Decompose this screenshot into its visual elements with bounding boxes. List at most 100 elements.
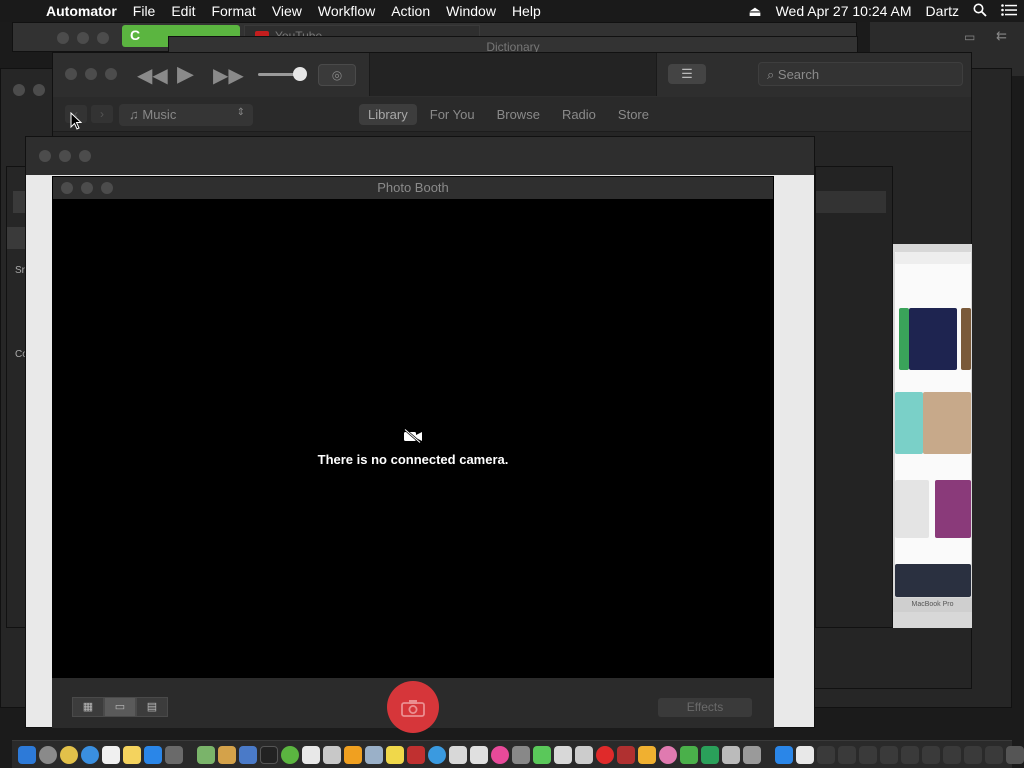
tab-browse[interactable]: Browse bbox=[488, 104, 549, 125]
take-photo-button[interactable] bbox=[387, 681, 439, 733]
up-next-list-icon[interactable]: ☰ bbox=[668, 64, 706, 84]
sketch-icon[interactable] bbox=[344, 745, 362, 764]
panel-field[interactable] bbox=[816, 191, 886, 213]
trash-icon[interactable] bbox=[1006, 745, 1024, 764]
calculator-icon[interactable] bbox=[449, 745, 467, 764]
photos-icon[interactable] bbox=[659, 745, 677, 764]
messages-green-icon[interactable] bbox=[701, 745, 719, 764]
automator-icon[interactable] bbox=[554, 745, 572, 764]
media-kind-label: Music bbox=[142, 107, 177, 122]
window-thumbnail-icon[interactable] bbox=[880, 745, 898, 764]
window-thumbnail-icon[interactable] bbox=[964, 745, 982, 764]
menu-workflow[interactable]: Workflow bbox=[310, 3, 383, 19]
document-icon[interactable] bbox=[323, 745, 341, 764]
menu-window[interactable]: Window bbox=[438, 3, 504, 19]
window-thumbnail-icon[interactable] bbox=[838, 745, 856, 764]
volume-slider-track[interactable] bbox=[258, 73, 298, 76]
window-thumbnail-icon[interactable] bbox=[901, 745, 919, 764]
no-camera-message: There is no connected camera. bbox=[53, 428, 773, 467]
eject-icon[interactable]: ⏏ bbox=[741, 3, 768, 20]
window-controls[interactable] bbox=[57, 32, 109, 44]
menubar-clock[interactable]: Wed Apr 27 10:24 AM bbox=[769, 3, 919, 19]
notes-icon[interactable] bbox=[123, 745, 141, 764]
filmstrip-view-icon[interactable]: ▤ bbox=[136, 697, 168, 717]
menu-file[interactable]: File bbox=[125, 3, 164, 19]
utility-icon[interactable] bbox=[722, 745, 740, 764]
window-controls[interactable] bbox=[13, 84, 45, 96]
keychain-icon[interactable] bbox=[743, 745, 761, 764]
downloads-icon[interactable] bbox=[775, 745, 793, 764]
menubar-user[interactable]: Dartz bbox=[919, 3, 966, 19]
window-thumbnail-icon[interactable] bbox=[859, 745, 877, 764]
itunes-search-input[interactable]: ⌕ Search bbox=[758, 62, 963, 86]
menu-edit[interactable]: Edit bbox=[163, 3, 203, 19]
notification-center-icon[interactable] bbox=[994, 3, 1024, 19]
tab-store[interactable]: Store bbox=[609, 104, 658, 125]
window-thumbnail-icon[interactable] bbox=[922, 745, 940, 764]
terminal-icon[interactable] bbox=[260, 745, 278, 764]
zoom-button[interactable] bbox=[101, 182, 113, 194]
system-preferences-icon[interactable] bbox=[165, 745, 183, 764]
airplay-icon[interactable]: ◎ bbox=[318, 64, 356, 86]
finder-icon[interactable] bbox=[18, 745, 36, 764]
red-app-icon[interactable] bbox=[617, 745, 635, 764]
window-controls[interactable] bbox=[65, 68, 117, 80]
grid-view-icon[interactable]: ▦ bbox=[72, 697, 104, 717]
safari-icon[interactable] bbox=[81, 745, 99, 764]
home-icon[interactable] bbox=[638, 745, 656, 764]
forward-arrow-icon[interactable]: › bbox=[91, 105, 113, 123]
rewind-icon[interactable]: ◀◀ bbox=[137, 63, 168, 88]
window-thumbnail-icon[interactable] bbox=[943, 745, 961, 764]
media-kind-select[interactable]: ♫ Music ⇕ bbox=[119, 104, 253, 126]
screen-share-icon[interactable]: ▭ bbox=[964, 30, 975, 44]
facetime-icon[interactable] bbox=[533, 745, 551, 764]
window-controls[interactable] bbox=[61, 182, 113, 194]
launchpad-icon[interactable] bbox=[39, 745, 57, 764]
back-arrow-icon[interactable]: ⇇ bbox=[996, 28, 1007, 44]
itunes-icon[interactable] bbox=[491, 745, 509, 764]
window-thumbnail-icon[interactable] bbox=[985, 745, 1003, 764]
tab-library[interactable]: Library bbox=[359, 104, 417, 125]
close-button[interactable] bbox=[61, 182, 73, 194]
numbers-icon[interactable] bbox=[680, 745, 698, 764]
minimize-button[interactable] bbox=[81, 182, 93, 194]
stickies-icon[interactable] bbox=[386, 745, 404, 764]
blocker-icon[interactable] bbox=[596, 745, 614, 764]
window-controls[interactable] bbox=[39, 150, 91, 162]
app-store-icon[interactable] bbox=[144, 745, 162, 764]
play-icon[interactable]: ▶ bbox=[177, 61, 194, 87]
document-stack-icon[interactable] bbox=[796, 745, 814, 764]
activity-monitor-icon[interactable] bbox=[575, 745, 593, 764]
menu-app-name[interactable]: Automator bbox=[38, 3, 125, 19]
photo-icon[interactable] bbox=[239, 745, 257, 764]
acrobat-icon[interactable] bbox=[407, 745, 425, 764]
messages-icon[interactable] bbox=[428, 745, 446, 764]
menu-format[interactable]: Format bbox=[203, 3, 263, 19]
volume-slider-knob[interactable] bbox=[293, 67, 307, 81]
single-view-icon[interactable]: ▭ bbox=[104, 697, 136, 717]
spotlight-icon[interactable] bbox=[966, 3, 994, 20]
mouse-cursor-icon bbox=[70, 111, 83, 135]
photo-booth-icon[interactable] bbox=[512, 745, 530, 764]
menu-view[interactable]: View bbox=[264, 3, 310, 19]
tab-for-you[interactable]: For You bbox=[421, 104, 484, 125]
notebook-icon[interactable] bbox=[218, 745, 236, 764]
green-app-icon[interactable] bbox=[281, 745, 299, 764]
camera-off-icon bbox=[403, 428, 423, 446]
preview-icon[interactable] bbox=[197, 745, 215, 764]
chrome-icon[interactable] bbox=[60, 745, 78, 764]
sidebar-button[interactable] bbox=[7, 227, 27, 249]
calendar-icon[interactable] bbox=[102, 745, 120, 764]
menu-action[interactable]: Action bbox=[383, 3, 438, 19]
script-editor-icon[interactable] bbox=[470, 745, 488, 764]
tab-radio[interactable]: Radio bbox=[553, 104, 605, 125]
textedit-icon[interactable] bbox=[302, 745, 320, 764]
archive-icon[interactable] bbox=[365, 745, 383, 764]
menu-help[interactable]: Help bbox=[504, 3, 549, 19]
fast-forward-icon[interactable]: ▶▶ bbox=[213, 63, 244, 88]
search-icon: ⌕ bbox=[767, 67, 778, 82]
window-thumbnail-icon[interactable] bbox=[817, 745, 835, 764]
photo-booth-title: Photo Booth bbox=[377, 180, 449, 195]
search-placeholder: Search bbox=[777, 67, 820, 82]
effects-button[interactable]: Effects bbox=[658, 698, 752, 717]
